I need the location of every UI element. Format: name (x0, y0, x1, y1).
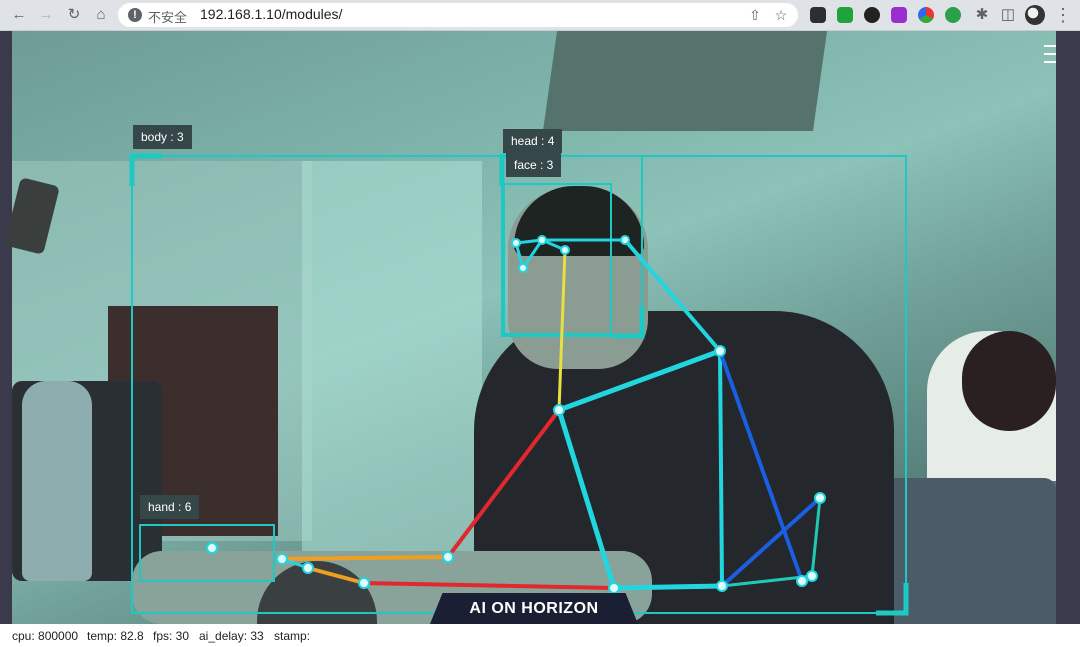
keypoint (716, 580, 728, 592)
keypoint (714, 345, 726, 357)
keypoint (511, 238, 521, 248)
status-bar: cpu: 800000 temp: 82.8 fps: 30 ai_delay:… (0, 624, 1080, 647)
keypoint (537, 235, 547, 245)
warning-icon[interactable]: ! (128, 8, 142, 22)
skeleton-right-hand (307, 566, 365, 585)
left-edge (0, 31, 12, 624)
hand-label: hand : 6 (140, 495, 200, 519)
stamp-stat: stamp: (274, 629, 311, 643)
skeleton-torso (556, 409, 617, 589)
skeleton-left-hand (281, 555, 449, 561)
evernote-icon[interactable] (837, 7, 853, 23)
detection-svg (129, 153, 909, 616)
keypoint (796, 575, 808, 587)
keypoint (560, 245, 570, 255)
skeleton-hip (613, 583, 723, 591)
keypoint (806, 570, 818, 582)
address-bar[interactable]: ! 不安全 192.168.1.10/modules/ ⇧ ☆ (118, 3, 798, 27)
avatar[interactable] (1025, 5, 1045, 25)
sidebar-icon[interactable]: ◫ (997, 4, 1019, 26)
back-icon[interactable]: ← (8, 4, 30, 26)
keypoint (302, 562, 314, 574)
ai-delay-stat: ai_delay: 33 (199, 629, 264, 643)
skeleton-face (521, 239, 544, 269)
keypoint (608, 582, 620, 594)
browser-toolbar: ← → ↻ ⌂ ! 不安全 192.168.1.10/modules/ ⇧ ☆ … (0, 0, 1080, 31)
skeleton-leg (810, 497, 822, 577)
checkmark-extension-icon[interactable] (945, 7, 961, 23)
body-label: body : 3 (133, 125, 192, 149)
face-label: face : 3 (506, 153, 562, 177)
home-icon[interactable]: ⌂ (90, 4, 112, 26)
keypoint (358, 577, 370, 589)
head-box-corner (612, 306, 645, 339)
keypoint (276, 553, 288, 565)
reload-icon[interactable]: ↻ (63, 4, 85, 26)
skeleton-shoulders (558, 348, 721, 413)
body-box-corner (876, 583, 909, 616)
insecure-label[interactable]: 不安全 (148, 7, 187, 26)
forward-icon[interactable]: → (35, 4, 57, 26)
share-icon[interactable]: ⇧ (745, 5, 765, 25)
extension-icon[interactable] (810, 7, 826, 23)
fps-stat: fps: 30 (153, 629, 190, 643)
skeleton-right-arm (718, 350, 724, 587)
skeleton-neck (557, 249, 567, 411)
bookmark-star-icon[interactable]: ☆ (771, 5, 791, 25)
head-label: head : 4 (503, 129, 563, 153)
keypoint (206, 542, 218, 554)
cpu-stat: cpu: 800000 (12, 629, 79, 643)
color-wheel-icon[interactable] (918, 7, 934, 23)
puzzle-icon[interactable]: ✱ (971, 4, 993, 26)
logo-text: AI ON HORIZON (469, 600, 599, 617)
skeleton-left-forearm (363, 581, 615, 590)
right-edge (1056, 31, 1080, 624)
url-text[interactable]: 192.168.1.10/modules/ (200, 6, 342, 22)
extension-purple-icon[interactable] (891, 7, 907, 23)
skeleton-blue-limb (720, 496, 822, 588)
infinity-icon[interactable] (864, 7, 880, 23)
keypoint (442, 551, 454, 563)
hand-box (139, 524, 275, 582)
keypoint (518, 263, 528, 273)
skeleton-left-upper-arm (446, 408, 561, 559)
skeleton-blue-limb (718, 350, 804, 582)
body-box-corner (129, 153, 162, 186)
detection-overlay: body : 3 head : 4 face : 3 hand : 6 (12, 31, 1068, 624)
more-icon[interactable]: ⋮ (1054, 3, 1072, 27)
video-viewport: body : 3 head : 4 face : 3 hand : 6 AI O… (0, 31, 1080, 624)
keypoint (814, 492, 826, 504)
keypoint (620, 235, 630, 245)
temp-stat: temp: 82.8 (87, 629, 144, 643)
keypoint (553, 404, 565, 416)
